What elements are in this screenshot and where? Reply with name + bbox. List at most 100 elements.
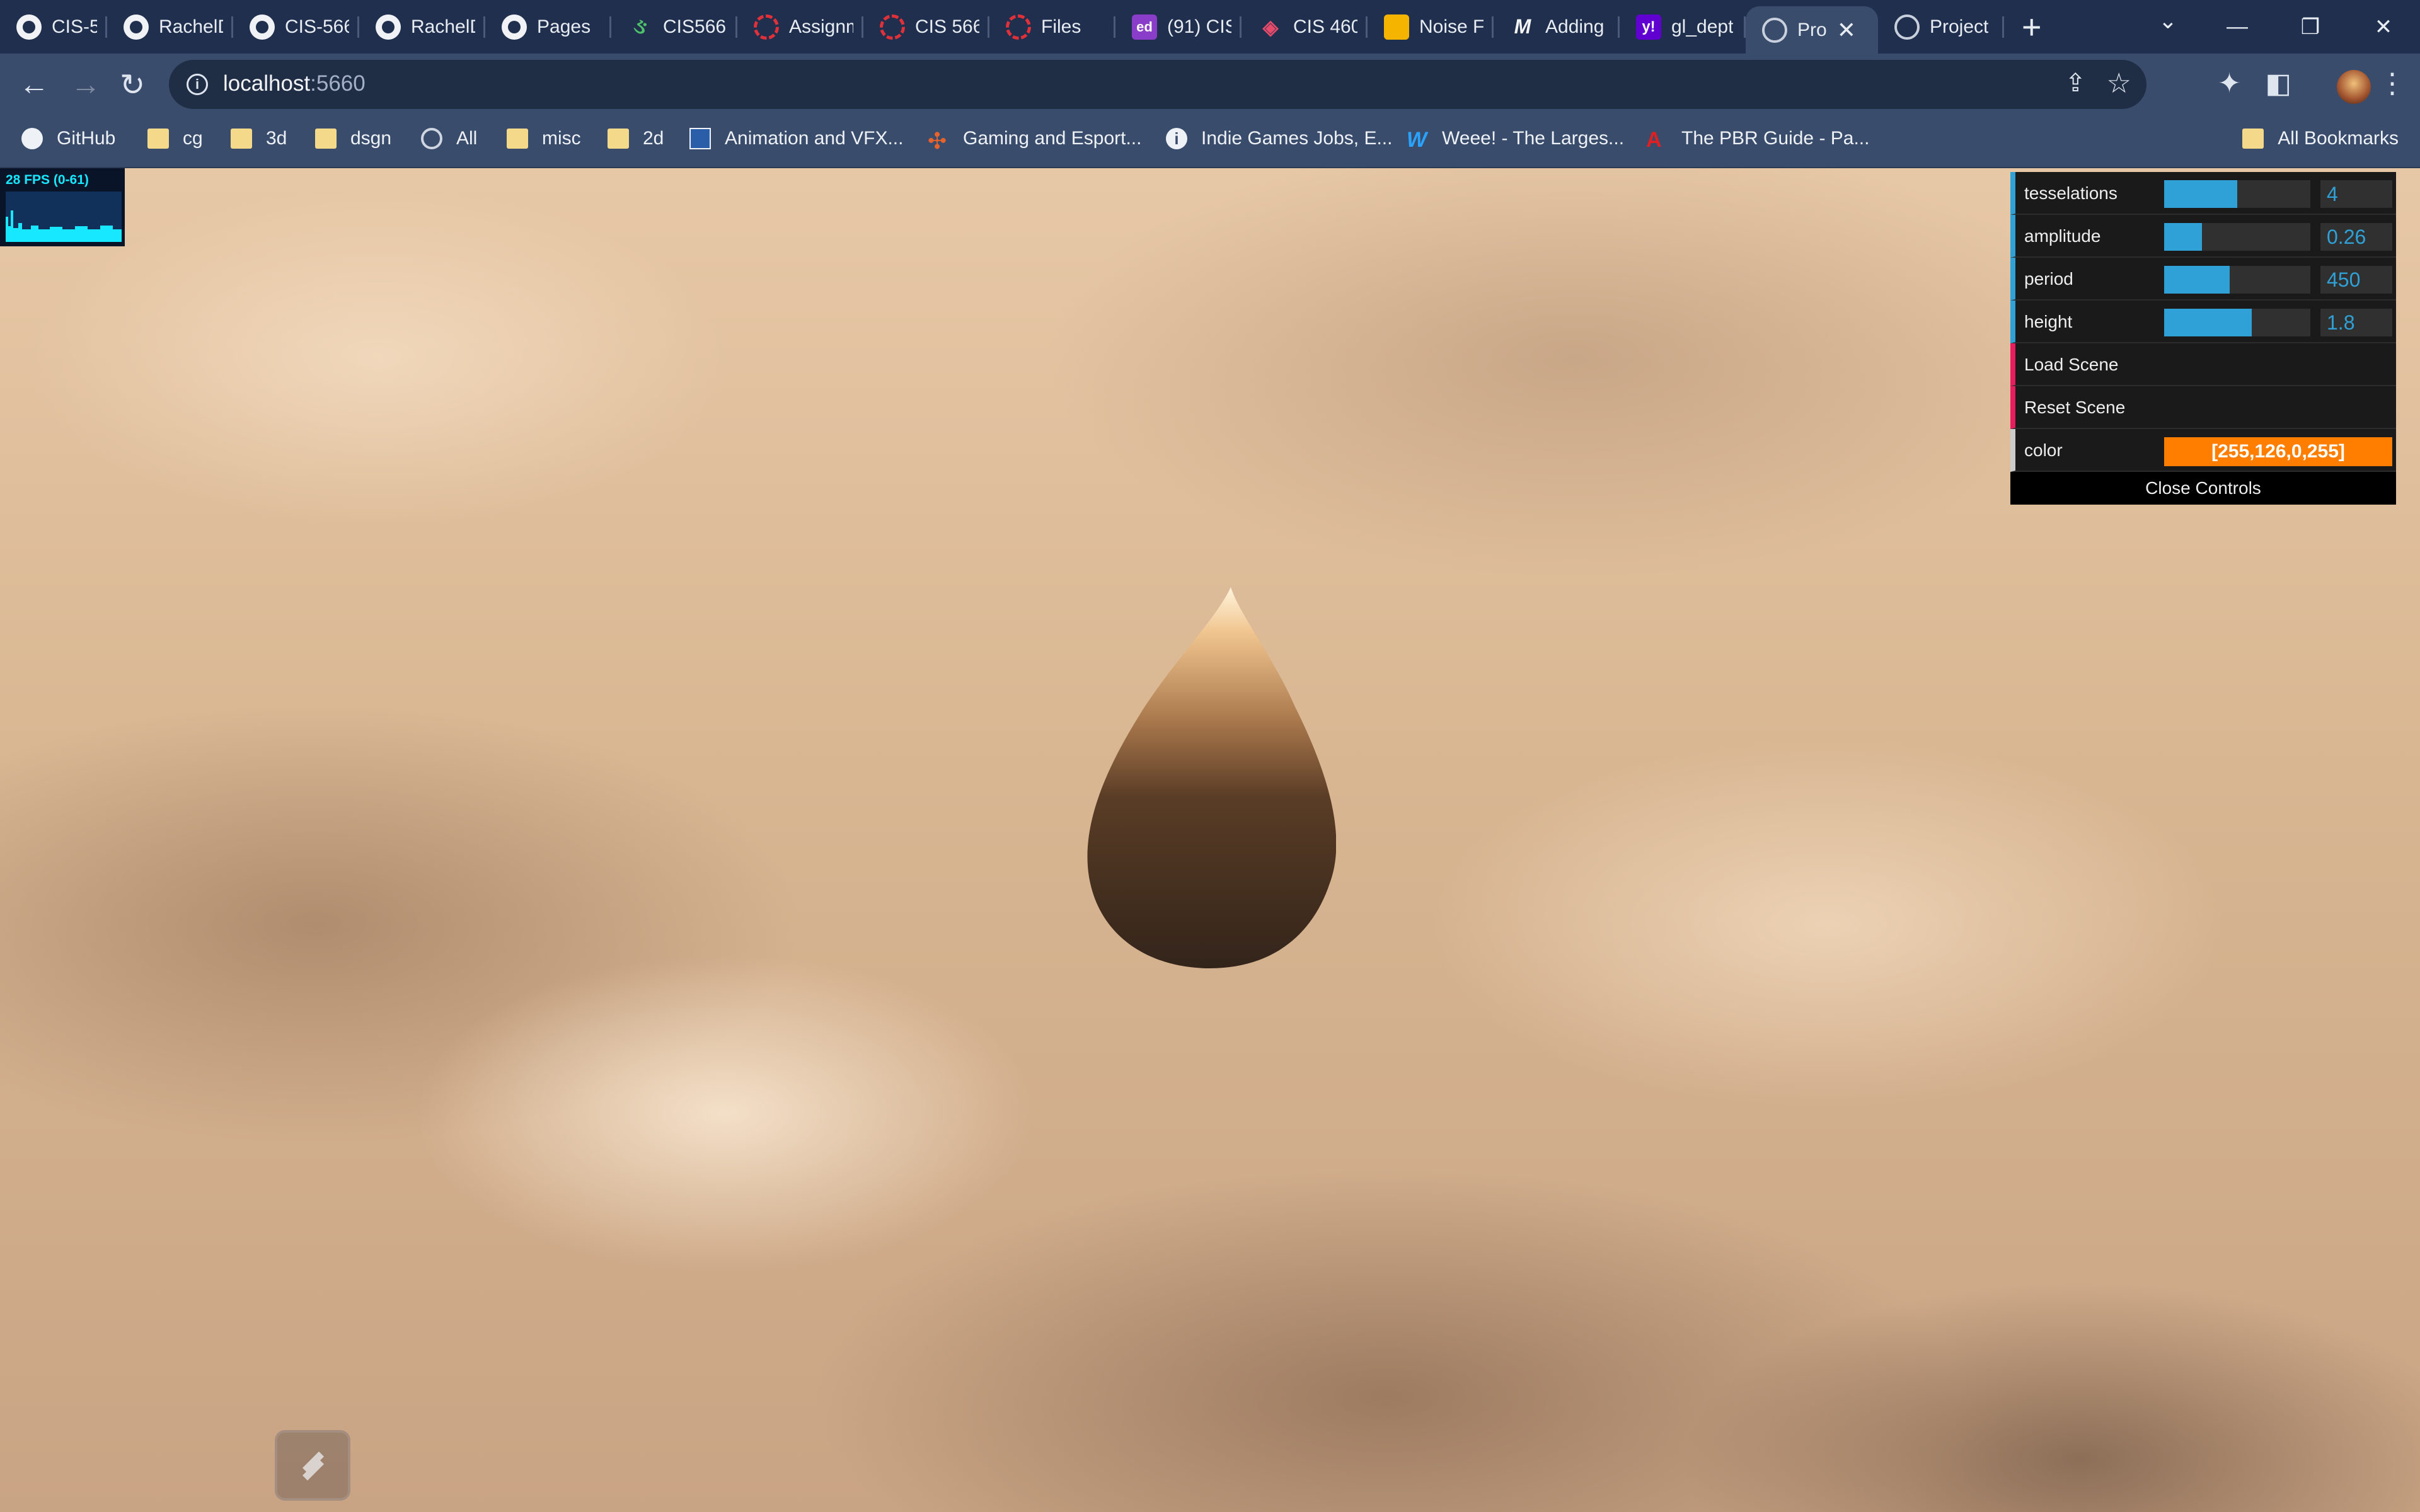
globe-icon [421, 128, 442, 149]
canvas-icon [880, 14, 905, 40]
bookmark-folder-dsgn[interactable]: dsgn [315, 128, 391, 149]
bookmark-label: misc [542, 128, 581, 149]
tab[interactable]: Assignm [737, 0, 863, 54]
bookmark-pbr-guide[interactable]: A The PBR Guide - Pa... [1646, 128, 1870, 152]
height-slider[interactable] [2164, 309, 2310, 336]
bookmarks-bar: GitHub cg 3d dsgn All misc 2d Animation … [0, 118, 2420, 168]
bookmark-label: All [456, 128, 478, 149]
tesselations-slider[interactable] [2164, 180, 2310, 208]
side-panel-icon[interactable]: ◧ [2265, 67, 2291, 100]
folder-icon [315, 129, 337, 149]
address-bar[interactable]: i localhost:5660 ⇪ ☆ [169, 60, 2146, 109]
tab[interactable]: ◈ CIS 460 [1242, 0, 1368, 54]
restore-icon[interactable]: ❐ [2274, 14, 2347, 40]
ed-icon: ed [1132, 14, 1157, 40]
medium-icon: M [1514, 15, 1531, 38]
folder-icon [507, 129, 528, 149]
yahoo-icon: y! [1636, 14, 1661, 40]
bookmark-github[interactable]: GitHub [21, 128, 115, 149]
tab[interactable]: RachelD [359, 0, 485, 54]
tab-search-icon[interactable]: ⌄ [2158, 8, 2177, 34]
load-scene-label: Load Scene [2024, 355, 2119, 374]
close-tab-icon[interactable]: ✕ [1837, 17, 1856, 43]
all-bookmarks-label: All Bookmarks [2278, 128, 2399, 149]
tab-label: RachelD [411, 16, 475, 37]
tab[interactable]: Noise F [1368, 0, 1494, 54]
tab[interactable]: CIS 566 [863, 0, 989, 54]
period-input[interactable]: 450 [2320, 266, 2392, 294]
tab[interactable]: Files [989, 0, 1115, 54]
tab[interactable]: CIS-566 [0, 0, 107, 54]
bookmark-folder-cg[interactable]: cg [147, 128, 203, 149]
reload-icon[interactable]: ↻ [120, 67, 145, 103]
tab[interactable]: ઙ CIS566 [611, 0, 737, 54]
tab-strip: CIS-566 RachelD CIS-566 RachelD Pages ઙ … [0, 0, 2420, 54]
address-url[interactable]: localhost:5660 [223, 71, 366, 96]
forward-icon[interactable]: → [71, 67, 101, 102]
control-period: period 450 [2010, 258, 2396, 301]
tab-label: CIS 460 [1293, 16, 1357, 37]
tab[interactable]: CIS-566 [233, 0, 359, 54]
tesselations-input[interactable]: 4 [2320, 180, 2392, 208]
bookmark-label: The PBR Guide - Pa... [1681, 128, 1870, 149]
browser-toolbar: ← → ↻ i localhost:5660 ⇪ ☆ ✦ ◧ ⋮ [0, 54, 2420, 118]
folder-icon [231, 129, 252, 149]
minimize-icon[interactable]: — [2201, 14, 2274, 39]
site-info-icon[interactable]: i [187, 74, 208, 95]
color-picker-field[interactable]: [255,126,0,255] [2164, 437, 2392, 466]
tab-label: Pages [537, 16, 591, 37]
canvas-icon [754, 14, 779, 40]
teardrop-shape [1087, 587, 1336, 968]
bookmark-folder-3d[interactable]: 3d [231, 128, 287, 149]
tab-active[interactable]: Pro ✕ [1746, 6, 1878, 54]
bookmark-animation-vfx[interactable]: Animation and VFX... [689, 128, 903, 149]
av-jobs-icon [689, 128, 711, 149]
tab-label: CIS-566 [285, 16, 349, 37]
tab[interactable]: ed (91) CIS [1115, 0, 1242, 54]
bookmark-label: Animation and VFX... [725, 128, 904, 149]
bookmark-gaming-esports[interactable]: ✣ Gaming and Esport... [928, 128, 1141, 154]
close-window-icon[interactable]: ✕ [2347, 14, 2420, 40]
amplitude-slider[interactable] [2164, 223, 2310, 251]
bookmark-label: GitHub [57, 128, 116, 149]
height-input[interactable]: 1.8 [2320, 309, 2392, 336]
close-controls-button[interactable]: Close Controls [2010, 472, 2396, 505]
bookmark-folder-misc[interactable]: misc [507, 128, 581, 149]
tab[interactable]: RachelD [107, 0, 233, 54]
new-tab-button[interactable]: + [2022, 8, 2042, 47]
amplitude-input[interactable]: 0.26 [2320, 223, 2392, 251]
control-label: period [2024, 269, 2073, 289]
back-icon[interactable]: ← [19, 67, 49, 102]
bookmark-star-icon[interactable]: ☆ [2107, 67, 2131, 100]
load-scene-button[interactable]: Load Scene [2010, 343, 2396, 386]
colorful-icon: ◈ [1262, 15, 1279, 38]
floating-extension-button[interactable] [275, 1430, 350, 1501]
bookmark-label: 3d [266, 128, 287, 149]
adobe-icon: A [1646, 128, 1662, 152]
tab-label: CIS 566 [915, 16, 979, 37]
tab-list: CIS-566 RachelD CIS-566 RachelD Pages ઙ … [0, 0, 2004, 54]
profile-avatar[interactable] [2337, 70, 2371, 104]
tab[interactable]: Project [1878, 0, 2004, 54]
bookmark-folder-2d[interactable]: 2d [608, 128, 664, 149]
all-bookmarks[interactable]: All Bookmarks [2242, 128, 2399, 149]
tab-label: Adding [1545, 16, 1605, 37]
bookmark-weee[interactable]: W Weee! - The Larges... [1407, 128, 1625, 152]
bookmark-indie-games[interactable]: i Indie Games Jobs, E... [1166, 128, 1392, 149]
bookmark-all[interactable]: All [421, 128, 477, 149]
fps-graph-bars [6, 210, 122, 242]
share-icon[interactable]: ⇪ [2065, 69, 2086, 98]
reset-scene-button[interactable]: Reset Scene [2010, 386, 2396, 429]
bookmark-label: Weee! - The Larges... [1442, 128, 1625, 149]
folder-icon [608, 129, 629, 149]
control-label: amplitude [2024, 226, 2101, 246]
tab[interactable]: Pages [485, 0, 611, 54]
extensions-icon[interactable]: ✦ [2218, 67, 2241, 100]
fps-stats-panel[interactable]: 28 FPS (0-61) [0, 168, 125, 246]
period-slider[interactable] [2164, 266, 2310, 294]
tab[interactable]: M Adding [1494, 0, 1620, 54]
tab[interactable]: y! gl_dept [1620, 0, 1746, 54]
slides-icon [1384, 14, 1409, 40]
slider-fill [2164, 309, 2252, 336]
menu-icon[interactable]: ⋮ [2378, 67, 2406, 100]
